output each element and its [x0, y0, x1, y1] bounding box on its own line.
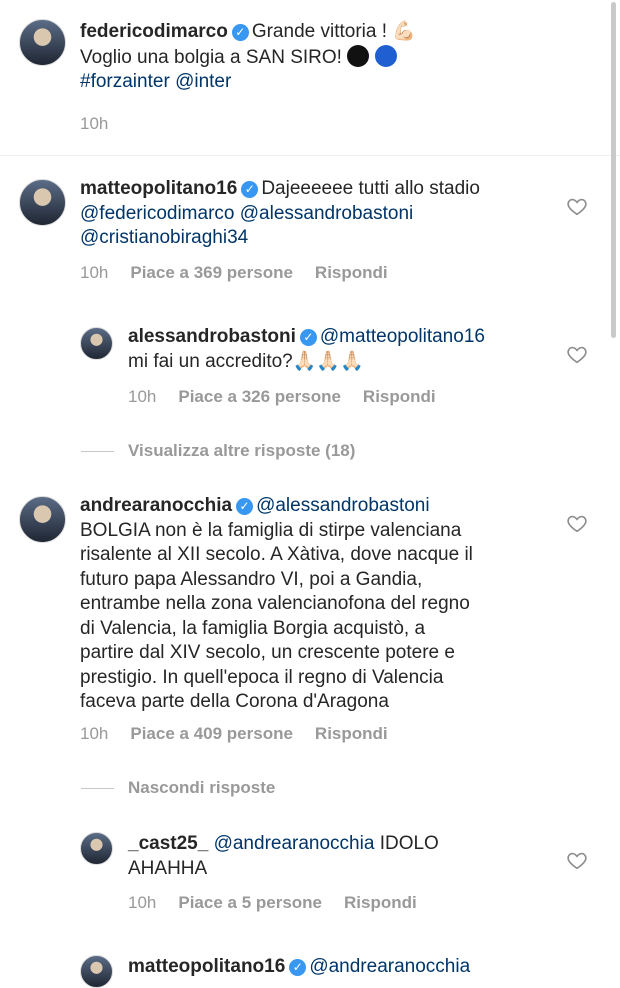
like-heart-icon[interactable]: [566, 849, 588, 871]
avatar-andrearanocchia[interactable]: [19, 496, 66, 543]
comment-meta: 10h Piace a 409 persone Rispondi: [80, 724, 410, 744]
comment-line: entrambe nella zona valencianofona del r…: [80, 593, 470, 614]
caption-meta: 10h: [80, 114, 130, 134]
reply-meta: 10h Piace a 5 persone Rispondi: [128, 893, 439, 913]
reply-meta: 10h Piace a 326 persone Rispondi: [128, 387, 458, 407]
caption-text: federicodimarco ✓ Grande vittoria ! 💪🏻 Vog…: [80, 20, 560, 95]
like-heart-icon[interactable]: [566, 195, 588, 217]
likes-count[interactable]: Piace a 5 persone: [178, 893, 322, 912]
avatar-matteopolitano16[interactable]: [19, 179, 66, 226]
avatar-alessandrobastoni[interactable]: [80, 327, 113, 360]
avatar-matteopolitano16[interactable]: [80, 955, 113, 988]
mention-matteopolitano16[interactable]: @matteopolitano16: [320, 326, 485, 347]
verified-badge-icon: ✓: [241, 181, 259, 198]
verified-badge-icon: ✓: [289, 959, 307, 976]
avatar-federicodimarco[interactable]: [19, 19, 66, 66]
reply-text-line1: IDOLO: [379, 833, 439, 854]
comment-time: 10h: [80, 263, 109, 282]
likes-count[interactable]: Piace a 369 persone: [130, 263, 293, 282]
reply-time: 10h: [128, 893, 157, 912]
like-heart-icon[interactable]: [566, 512, 588, 534]
username-cast25[interactable]: _cast25_: [128, 833, 208, 854]
comment-text: matteopolitano16 ✓ Dajeeeeee tutti allo st…: [80, 177, 560, 251]
toggle-line: [81, 788, 114, 789]
view-more-replies-button[interactable]: Visualizza altre risposte (18): [128, 441, 355, 461]
mention-alessandrobastoni[interactable]: @alessandrobastoni: [256, 495, 430, 516]
reply-text: matteopolitano16 ✓ @andrearanocchia: [128, 955, 558, 980]
mention-inter[interactable]: @inter: [175, 71, 231, 92]
caption-text-line2: Voglio una bolgia a SAN SIRO!: [80, 46, 348, 68]
reply-button[interactable]: Rispondi: [363, 387, 436, 406]
comment-line: prestigio. In quell'epoca il regno di Va…: [80, 666, 444, 688]
reply-button[interactable]: Rispondi: [315, 724, 388, 743]
comment-text: andrearanocchia ✓ @alessandrobastoni BOLGI…: [80, 494, 560, 715]
comment-line: risalente al XII secolo. A Xàtiva, dove …: [80, 544, 473, 565]
likes-count[interactable]: Piace a 326 persone: [178, 387, 341, 406]
reply-text-line2: AHAHHA: [128, 857, 208, 879]
reply-text-line2: mi fai un accredito?🙏🏻🙏🏻🙏🏻: [128, 350, 364, 372]
comment-line: futuro papa Alessandro VI, poi a Gandia,: [80, 568, 423, 590]
comment-line: BOLGIA non è la famiglia di stirpe valen…: [80, 519, 462, 541]
reply-button[interactable]: Rispondi: [344, 893, 417, 912]
toggle-line: [81, 451, 114, 452]
blue-circle-icon: [374, 44, 397, 67]
caption-divider: [0, 155, 620, 156]
hide-replies-button[interactable]: Nascondi risposte: [128, 778, 275, 798]
comment-line: di Valencia, la famiglia Borgia acquistò…: [80, 617, 426, 639]
username-andrearanocchia[interactable]: andrearanocchia: [80, 495, 232, 516]
black-circle-icon: [347, 44, 370, 67]
caption-text-line1: Grande vittoria ! 💪🏻: [251, 21, 416, 42]
hashtag-forzainter[interactable]: #forzainter: [80, 71, 170, 92]
mention-cristianobiraghi34[interactable]: @cristianobiraghi34: [80, 227, 248, 248]
verified-badge-icon: ✓: [231, 24, 249, 41]
comment-time: 10h: [80, 724, 109, 743]
comment-line: partire dal XIV secolo, un crescente pot…: [80, 642, 455, 663]
username-federicodimarco[interactable]: federicodimarco: [80, 21, 228, 42]
mention-andrearanocchia[interactable]: @andrearanocchia: [214, 833, 375, 854]
comment-line: faceva parte della Corona d'Aragona: [80, 691, 389, 712]
like-heart-icon[interactable]: [566, 343, 588, 365]
verified-badge-icon: ✓: [299, 329, 317, 346]
caption-time: 10h: [80, 114, 109, 133]
reply-text: alessandrobastoni ✓ @matteopolitano16 mi f…: [128, 325, 558, 374]
username-matteopolitano16[interactable]: matteopolitano16: [128, 956, 285, 977]
reply-time: 10h: [128, 387, 157, 406]
username-matteopolitano16[interactable]: matteopolitano16: [80, 178, 237, 199]
verified-badge-icon: ✓: [236, 498, 254, 515]
mention-federicodimarco[interactable]: @federicodimarco: [80, 203, 234, 224]
scrollbar[interactable]: [611, 2, 616, 338]
likes-count[interactable]: Piace a 409 persone: [130, 724, 293, 743]
mention-andrearanocchia[interactable]: @andrearanocchia: [309, 956, 470, 977]
mention-alessandrobastoni[interactable]: @alessandrobastoni: [240, 203, 414, 224]
reply-button[interactable]: Rispondi: [315, 263, 388, 282]
reply-text: _cast25_ @andrearanocchia IDOLO AHAHHA: [128, 832, 558, 881]
comment-meta: 10h Piace a 369 persone Rispondi: [80, 263, 410, 283]
comment-text-line1: Dajeeeeee tutti allo stadio: [261, 178, 480, 199]
avatar-cast25[interactable]: [80, 832, 113, 865]
username-alessandrobastoni[interactable]: alessandrobastoni: [128, 326, 296, 347]
